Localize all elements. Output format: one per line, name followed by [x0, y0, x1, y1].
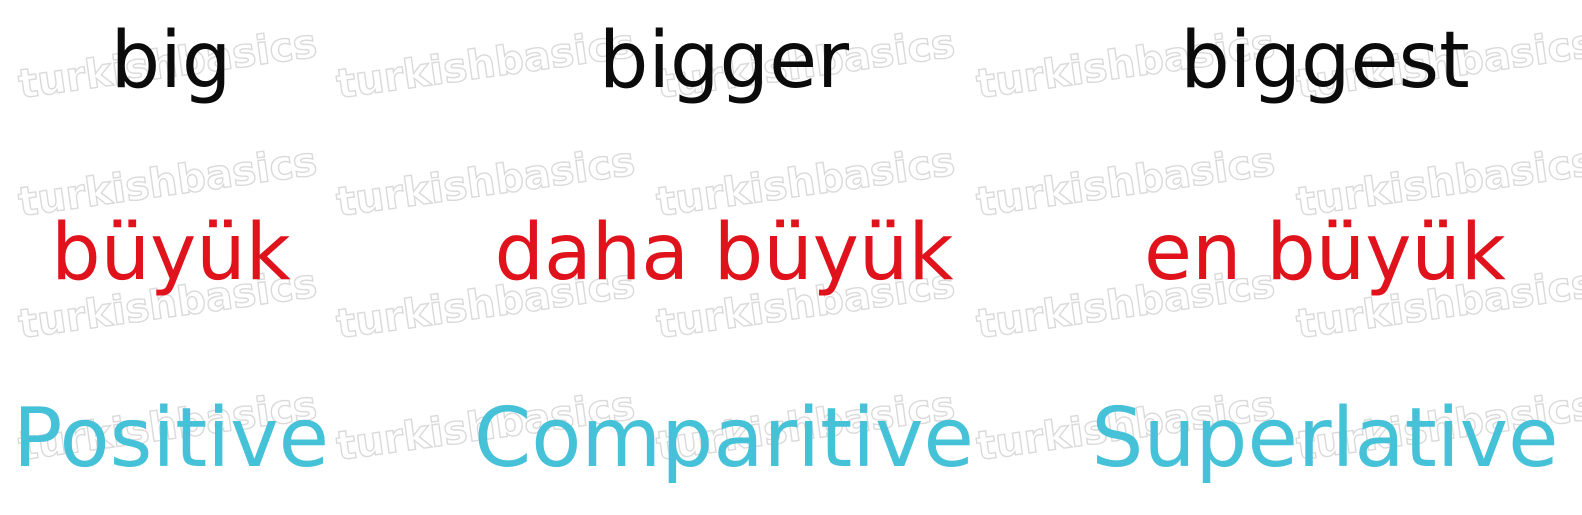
term-comparative: Comparitive [473, 391, 975, 486]
comparison-grid: big bigger biggest büyük daha büyük en b… [0, 0, 1582, 515]
turkish-comparative: daha büyük [494, 208, 954, 298]
english-superlative: biggest [1180, 16, 1470, 106]
turkish-superlative: en büyük [1144, 208, 1506, 298]
turkish-positive: büyük [51, 208, 291, 298]
term-positive: Positive [12, 391, 330, 486]
english-positive: big [110, 16, 232, 106]
english-comparative: bigger [598, 16, 850, 106]
term-superlative: Superlative [1091, 391, 1559, 486]
